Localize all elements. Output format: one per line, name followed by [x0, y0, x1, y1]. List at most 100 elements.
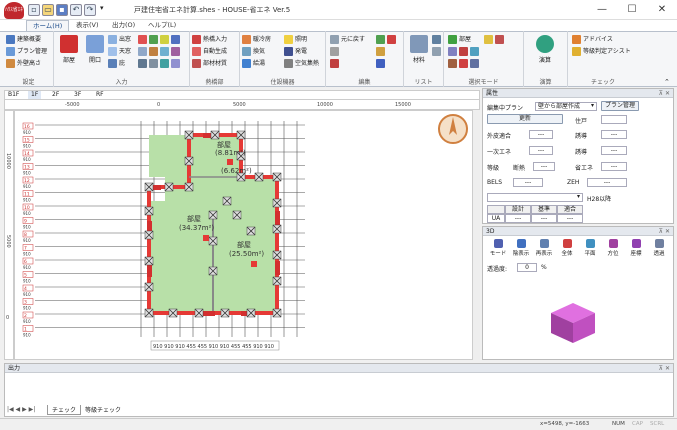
grade-assist-button[interactable]: 等級判定アシスト: [572, 46, 631, 57]
equipment-marker[interactable]: [227, 159, 233, 165]
edit-tool-c[interactable]: [376, 46, 387, 57]
table-header: 適合: [557, 205, 583, 214]
transparency-input[interactable]: 0: [517, 263, 537, 272]
wall-height-button[interactable]: 外壁高さ: [6, 58, 41, 69]
attribute-panel-header: 属性 ⊼ ✕: [483, 89, 673, 98]
equipment-marker[interactable]: [203, 235, 209, 241]
ventilation-button[interactable]: 換気: [242, 46, 265, 57]
eaves-button[interactable]: 庇: [108, 58, 125, 69]
model-3d-view[interactable]: [543, 297, 603, 347]
view3d-tool-5[interactable]: 方位: [602, 239, 624, 257]
panel-pin-close-icon[interactable]: ⊼ ✕: [659, 89, 670, 98]
tab-help[interactable]: ヘルプ(L): [142, 20, 182, 31]
view3d-tool-2[interactable]: 再表示: [533, 239, 555, 257]
floor-tab-b1f[interactable]: B1F: [8, 91, 19, 99]
output-tab-check[interactable]: チェック: [47, 405, 82, 415]
floor-tab-1f[interactable]: 1F: [28, 91, 42, 99]
period-chevron-icon[interactable]: ▾: [577, 193, 580, 200]
calculate-icon[interactable]: [536, 35, 554, 53]
floor-tab-3f[interactable]: 3F: [74, 91, 81, 99]
air-collector-button[interactable]: 空気集熱: [284, 58, 319, 69]
svg-text:910: 910: [23, 252, 31, 257]
bay-window-button[interactable]: 出窓: [108, 34, 131, 45]
edit-tool-a[interactable]: [376, 34, 398, 45]
advice-button[interactable]: アドバイス: [572, 34, 613, 45]
plan-manage-button[interactable]: プラン管理: [601, 101, 639, 111]
lighting-button[interactable]: 照明: [284, 34, 307, 45]
panel-pin-close-icon[interactable]: ⊼ ✕: [659, 227, 670, 236]
material-list-icon[interactable]: [410, 35, 428, 53]
auto-generate-button[interactable]: 自動生成: [192, 46, 227, 57]
undo-icon[interactable]: ↶: [70, 4, 82, 16]
ruler-tick: 0: [157, 102, 161, 108]
heating-cooling-button[interactable]: 暖冷房: [242, 34, 271, 45]
panel-pin-close-icon[interactable]: ⊼ ✕: [659, 364, 670, 373]
opening-icon[interactable]: [86, 35, 104, 53]
plan-select-chevron-icon[interactable]: ▾: [591, 102, 594, 109]
new-file-icon[interactable]: ▫: [28, 4, 40, 16]
floor-tab-2f[interactable]: 2F: [52, 91, 59, 99]
minimize-button[interactable]: —: [587, 2, 617, 18]
view3d-tool-0[interactable]: モード: [487, 239, 509, 257]
room-button-label[interactable]: 部屋: [56, 55, 82, 64]
skylight-button[interactable]: 天窓: [108, 46, 131, 57]
ribbon-collapse-icon[interactable]: ⌃: [664, 78, 670, 86]
select-room-button[interactable]: 部屋: [448, 34, 471, 45]
equipment-marker[interactable]: [251, 261, 257, 267]
input-tool-b[interactable]: [138, 46, 182, 57]
view3d-tool-6[interactable]: 座標: [625, 239, 647, 257]
open-folder-icon[interactable]: ▭: [42, 4, 54, 16]
maximize-button[interactable]: ☐: [617, 2, 647, 18]
qa-dropdown-icon[interactable]: ▾: [100, 4, 104, 12]
building-summary-button[interactable]: 建築概要: [6, 34, 41, 45]
floor-plan-drawing[interactable]: 部屋 (8.81m²) (6.62m²) 部屋 (34.37m²) 部屋 (25…: [15, 111, 480, 360]
tab-home[interactable]: ホーム(H): [26, 20, 70, 31]
list-tool-a[interactable]: [432, 34, 443, 45]
undo-ribbon-button[interactable]: 元に戻す: [330, 34, 365, 45]
column-x-mark: [144, 256, 154, 266]
member-material-button[interactable]: 部材材質: [192, 58, 227, 69]
calculate-button-label[interactable]: 演算: [532, 55, 558, 64]
column-x-mark: [184, 182, 194, 192]
plan-select[interactable]: 壁から部屋作成: [535, 102, 597, 111]
house-icon: [572, 35, 581, 44]
room-label-1: 部屋: [187, 214, 201, 223]
period-select[interactable]: [487, 193, 583, 202]
tab-output[interactable]: 出力(O): [106, 20, 141, 31]
arrow-icon: [149, 35, 158, 44]
column-x-mark: [272, 276, 282, 286]
view3d-tool-3[interactable]: 全体: [556, 239, 578, 257]
tab-nav-arrows-icon[interactable]: |◀ ◀ ▶ ▶|: [7, 406, 35, 413]
edit-tool-e[interactable]: [376, 58, 387, 69]
floor-tab-rf[interactable]: RF: [96, 91, 104, 99]
close-button[interactable]: ✕: [647, 2, 677, 18]
input-tool-a[interactable]: [138, 34, 182, 45]
hot-water-button[interactable]: 給湯: [242, 58, 265, 69]
plan-canvas[interactable]: 部屋 (8.81m²) (6.62m²) 部屋 (34.37m²) 部屋 (25…: [14, 110, 480, 360]
material-button-label[interactable]: 材料: [406, 55, 432, 64]
view3d-tool-4[interactable]: 平面: [579, 239, 601, 257]
view3d-tool-1[interactable]: 陰表示: [510, 239, 532, 257]
app-logo-icon[interactable]: ﾊｳｽ省ｴﾈ: [4, 2, 24, 19]
select-tool-b[interactable]: [448, 46, 481, 57]
opening-button-label[interactable]: 開口: [82, 55, 108, 64]
update-button[interactable]: 更新: [487, 114, 563, 124]
save-icon[interactable]: ▪: [56, 4, 68, 16]
edit-tool-d[interactable]: [330, 58, 341, 69]
canvas-scrollbar[interactable]: [472, 110, 480, 360]
tab-view[interactable]: 表示(V): [70, 20, 105, 31]
view3d-tool-7[interactable]: 透過: [648, 239, 670, 257]
edit-tool-b[interactable]: [330, 46, 341, 57]
column-x-mark: [184, 130, 194, 140]
compass-icon[interactable]: [438, 114, 468, 144]
select-tool-a[interactable]: [484, 34, 506, 45]
output-tab-grade-check[interactable]: 等級チェック: [81, 405, 125, 414]
redo-icon[interactable]: ↷: [84, 4, 96, 16]
select-tool-c[interactable]: [448, 58, 481, 69]
input-tool-c[interactable]: [138, 58, 182, 69]
room-icon[interactable]: [60, 35, 78, 53]
power-generation-button[interactable]: 発電: [284, 46, 307, 57]
plan-manage-button[interactable]: プラン管理: [6, 46, 47, 57]
thermal-input-button[interactable]: 熱橋入力: [192, 34, 227, 45]
list-tool-b[interactable]: [432, 46, 443, 57]
